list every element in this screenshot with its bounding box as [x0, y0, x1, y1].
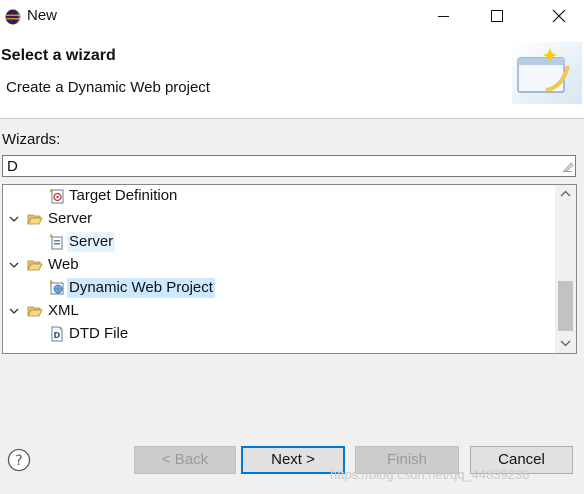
- tree-item-label: Web: [48, 256, 79, 273]
- chevron-down-icon[interactable]: [9, 215, 19, 223]
- window-title: New: [27, 7, 58, 24]
- tree-item-label: Dynamic Web Project: [67, 278, 215, 298]
- tree-item-server-wizard[interactable]: Server: [3, 231, 555, 253]
- minimize-icon: [438, 16, 449, 17]
- back-button[interactable]: < Back: [134, 446, 236, 474]
- chevron-down-icon[interactable]: [9, 261, 19, 269]
- scroll-up-icon[interactable]: [560, 190, 571, 198]
- folder-open-icon: [27, 260, 43, 271]
- close-icon: [552, 9, 566, 23]
- minimize-button[interactable]: [420, 0, 466, 32]
- button-bar: ? < Back Next > Finish Cancel https://bl…: [0, 424, 584, 494]
- tree-scrollbar[interactable]: [555, 185, 576, 353]
- eclipse-icon: [5, 9, 21, 25]
- close-button[interactable]: [536, 0, 582, 32]
- chevron-down-icon[interactable]: [9, 307, 19, 315]
- title-bar: New: [0, 0, 584, 32]
- wizard-filter-input[interactable]: [2, 155, 576, 177]
- server-wizard-icon: [49, 234, 63, 250]
- svg-text:?: ?: [15, 453, 22, 469]
- target-definition-icon: [49, 189, 64, 204]
- new-wizard-banner-icon: [512, 42, 582, 104]
- wizard-body: Wizards: Target Definition Server: [0, 119, 584, 424]
- tree-item-label: DTD File: [69, 325, 129, 342]
- dtd-file-icon: D: [51, 326, 63, 342]
- tree-item-dtd-file[interactable]: D DTD File: [3, 323, 555, 345]
- tree-item-label: XML: [48, 302, 79, 319]
- scroll-down-icon[interactable]: [560, 339, 571, 347]
- tree-item-server-category[interactable]: Server: [3, 208, 555, 230]
- tree-item-target-definition[interactable]: Target Definition: [3, 185, 555, 207]
- page-title: Select a wizard: [1, 47, 116, 64]
- tree-item-web-category[interactable]: Web: [3, 254, 555, 276]
- folder-open-icon: [27, 214, 43, 225]
- tree-item-label: Server: [48, 210, 93, 227]
- clear-filter-icon[interactable]: [561, 160, 574, 173]
- tree-item-xml-category[interactable]: XML: [3, 300, 555, 322]
- web-project-icon: [49, 280, 64, 295]
- svg-text:D: D: [54, 331, 61, 340]
- wizard-header: Select a wizard Create a Dynamic Web pro…: [0, 32, 584, 119]
- watermark: https://blog.csdn.net/qq_44839238: [330, 467, 530, 482]
- tree-item-label: Target Definition: [69, 187, 178, 204]
- folder-open-icon: [27, 306, 43, 317]
- maximize-button[interactable]: [474, 0, 520, 32]
- wizards-label: Wizards:: [2, 131, 61, 148]
- maximize-icon: [491, 10, 503, 22]
- scrollbar-thumb[interactable]: [558, 281, 573, 331]
- tree-item-label: Server: [67, 232, 116, 252]
- page-description: Create a Dynamic Web project: [6, 79, 210, 96]
- help-icon[interactable]: ?: [7, 448, 31, 472]
- tree-item-dynamic-web-project[interactable]: Dynamic Web Project: [3, 277, 555, 299]
- wizard-tree[interactable]: Target Definition Server Server Web Dyna…: [2, 184, 577, 354]
